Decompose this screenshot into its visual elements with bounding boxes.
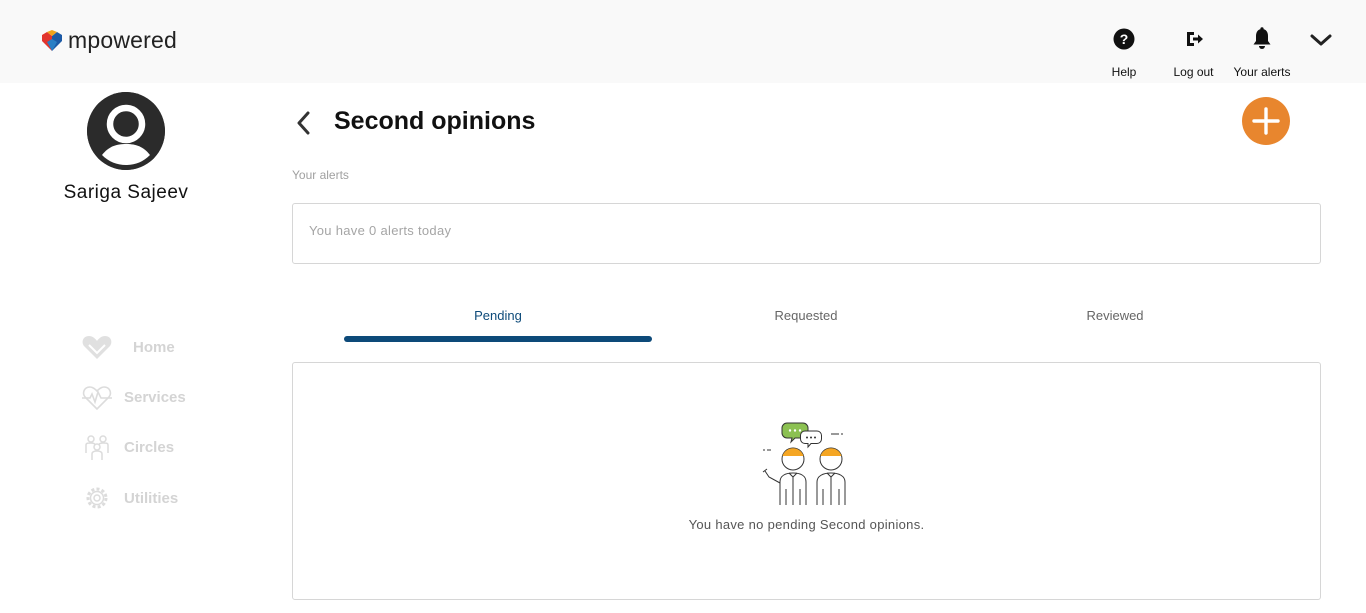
svg-text:?: ? (1120, 31, 1129, 47)
user-name: Sariga Sajeev (63, 182, 189, 203)
sidebar-item-label: Services (124, 388, 186, 406)
bell-icon (1250, 26, 1274, 52)
page-title: Second opinions (334, 107, 536, 135)
sidebar-item-services[interactable]: Services (80, 380, 210, 414)
sidebar-item-label: Circles (124, 438, 175, 456)
second-opinions-list: You have no pending Second opinions. (292, 362, 1321, 600)
logout-icon (1182, 26, 1206, 52)
help-label: Help (1111, 65, 1137, 79)
alerts-box: You have 0 alerts today (292, 203, 1321, 264)
tab-pending[interactable]: Pending (344, 308, 652, 342)
active-tab-indicator (344, 336, 652, 342)
people-icon (80, 432, 114, 462)
sidebar-item-utilities[interactable]: Utilities (80, 481, 210, 515)
add-second-opinion-button[interactable] (1242, 97, 1290, 145)
tab-label: Reviewed (1086, 308, 1144, 323)
tab-reviewed[interactable]: Reviewed (961, 308, 1269, 342)
header-actions: ? Help Log out Your alerts (0, 26, 1366, 82)
alerts-button[interactable]: Your alerts (1226, 26, 1298, 79)
sidebar-item-label: Utilities (124, 489, 179, 507)
top-bar: mpowered ? Help Log out Your alerts (0, 0, 1366, 83)
sidebar-item-circles[interactable]: Circles (80, 430, 210, 464)
empty-state-message: You have no pending Second opinions. (688, 517, 925, 532)
help-icon: ? (1112, 26, 1136, 52)
logout-label: Log out (1173, 65, 1214, 79)
sidebar-item-home[interactable]: Home (80, 330, 210, 364)
alerts-label: Your alerts (1233, 65, 1291, 79)
alerts-summary: You have 0 alerts today (309, 223, 452, 238)
tab-label: Pending (474, 308, 522, 323)
tab-label: Requested (774, 308, 838, 323)
plus-icon (1252, 107, 1280, 135)
empty-state-illustration (762, 422, 846, 505)
logout-button[interactable]: Log out (1166, 26, 1221, 79)
sidebar-item-label: Home (133, 338, 175, 356)
alerts-section-label: Your alerts (292, 168, 349, 182)
tab-requested[interactable]: Requested (652, 308, 960, 342)
heart-hands-icon (80, 332, 114, 362)
chevron-left-icon (297, 111, 310, 135)
tab-bar: Pending Requested Reviewed (344, 308, 1269, 344)
back-button[interactable] (292, 110, 316, 136)
gear-icon (80, 483, 114, 513)
avatar[interactable] (87, 92, 165, 170)
user-icon (87, 92, 165, 170)
heartbeat-icon (80, 382, 114, 412)
chevron-down-icon[interactable] (1308, 28, 1334, 52)
help-button[interactable]: ? Help (1104, 26, 1144, 79)
